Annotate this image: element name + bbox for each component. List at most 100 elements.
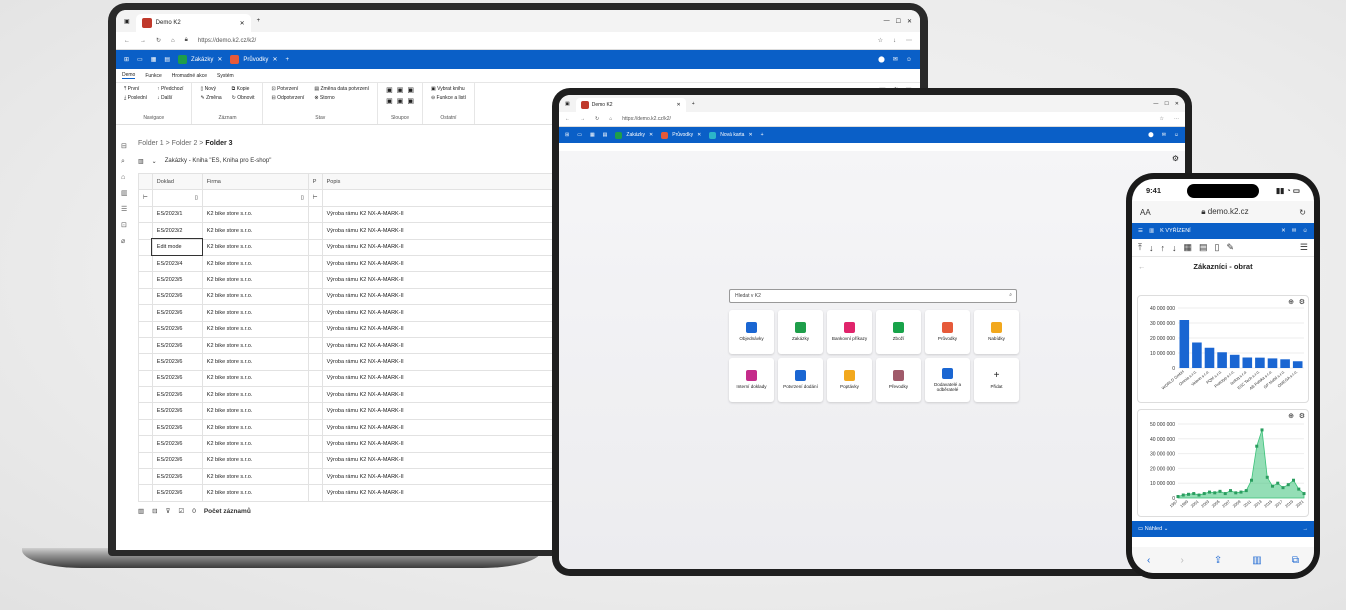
close-icon[interactable]: ✕ [217,56,222,63]
box-icon[interactable]: ⊡ [121,221,133,229]
cell-p[interactable] [307,304,323,322]
tab-pruvodky[interactable]: Průvodky ✕ [661,131,701,139]
change-date-button[interactable]: ▤ Změna data potvrzení [314,86,369,92]
cell-doklad[interactable]: ES/2023/6 [151,386,203,404]
cell-p[interactable] [307,254,323,273]
cell-firma[interactable]: K2 bike store s.r.o. [201,435,309,453]
tile-10[interactable]: Dodavatelé a odběratelé [925,358,970,402]
breadcrumb-item[interactable]: Folder 2 [172,140,198,147]
refresh-button[interactable]: ↻ Obnovit [232,95,255,101]
confirm-button[interactable]: ⊡ Potvrzení [271,86,304,92]
column-icon[interactable]: ▣ [407,86,414,94]
cell-p[interactable] [307,287,323,306]
tile-0[interactable]: Objednávky [729,310,774,354]
cell-doklad[interactable]: ES/2023/6 [151,287,203,306]
reload-icon[interactable]: ↻ [595,116,599,122]
calendar-icon[interactable]: ▤ [1199,242,1208,253]
cell-p[interactable] [307,353,323,371]
ribbon-tab-hromadne[interactable]: Hromadné akce [172,73,207,79]
preview-bar[interactable]: ▭ Náhled ⌄ → [1132,521,1314,537]
close-icon[interactable]: ✕ [1281,228,1286,234]
column-icon[interactable]: ▣ [386,97,393,105]
filter-doklad[interactable]: ▯ [151,189,203,207]
cell-p[interactable] [307,451,323,470]
up-icon[interactable]: ↑ [1160,243,1165,253]
search-icon[interactable]: ⌕ [1009,292,1012,298]
tab-nova-karta[interactable]: Nová karta ✕ [709,131,753,139]
close-icon[interactable]: ✕ [272,56,277,63]
edit-button[interactable]: ✎ Změna [200,95,221,101]
avatar[interactable]: ⬤ [1148,132,1154,138]
cell-doklad[interactable]: ES/2023/2 [151,222,203,240]
download-icon[interactable]: ↓ [893,38,896,44]
tile-7[interactable]: Potvrzení dodání [778,358,823,402]
search-input[interactable]: Hledat v K2 ⌕ [729,289,1017,303]
menu-icon[interactable]: ☰ [1300,242,1308,253]
ribbon-tab-funkce[interactable]: Funkce [145,73,161,79]
add-tab-icon[interactable]: + [285,57,289,63]
cell-doklad[interactable]: ES/2023/6 [151,353,203,371]
first-button[interactable]: ⤒ První [124,86,147,92]
arrow-right-icon[interactable]: → [1303,526,1309,532]
tile-3[interactable]: Zboží [876,310,921,354]
row-selector[interactable] [138,238,153,256]
cell-doklad[interactable]: Edit mode [151,238,204,257]
user-icon[interactable]: ☺ [1174,132,1179,138]
cell-doklad[interactable]: ES/2023/1 [151,205,203,224]
row-selector[interactable] [138,320,153,338]
tab-pruvodky[interactable]: Průvodky ✕ [230,55,277,64]
bookmarks-icon[interactable]: ▥ [1252,555,1261,566]
forward-icon[interactable]: › [1180,555,1183,566]
user-icon[interactable]: ☺ [1302,228,1308,234]
row-selector[interactable] [138,304,153,322]
close-window-icon[interactable]: ✕ [907,18,912,25]
tile-1[interactable]: Zakázky [778,310,823,354]
home-icon[interactable]: ⌂ [609,116,612,122]
cell-p[interactable] [307,336,323,355]
notification-icon[interactable]: ✉ [1162,132,1166,138]
filter-icon[interactable]: ⊽ [166,507,171,515]
cell-firma[interactable]: K2 bike store s.r.o. [201,238,309,256]
minimize-icon[interactable]: — [1153,101,1158,107]
browser-tab[interactable]: Demo K2 ✕ [575,98,686,112]
share-icon[interactable]: ⇪ [1214,555,1222,566]
search-icon[interactable]: ⌕ [121,158,133,166]
table-icon[interactable]: ▦ [1183,242,1192,253]
chevron-down-icon[interactable]: ⌄ [152,158,157,165]
layout-icon[interactable]: ▦ [151,56,157,63]
last-button[interactable]: ⤓ Poslední [124,95,147,101]
cell-firma[interactable]: K2 bike store s.r.o. [201,468,309,486]
close-icon[interactable]: ✕ [748,132,752,138]
cell-firma[interactable]: K2 bike store s.r.o. [201,484,309,502]
cell-firma[interactable]: K2 bike store s.r.o. [201,353,309,371]
filter-icon[interactable]: ⊢ [138,189,153,207]
cell-p[interactable] [307,271,323,289]
cell-p[interactable] [307,418,323,437]
forward-icon[interactable]: → [140,38,146,44]
cell-firma[interactable]: K2 bike store s.r.o. [201,402,309,420]
cell-firma[interactable]: K2 bike store s.r.o. [201,451,309,470]
tab-zakazky[interactable]: Zakázky ✕ [178,55,222,64]
url-field[interactable]: https://demo.k2.cz/k2/ [198,38,256,44]
menu-icon[interactable]: ☰ [1138,228,1143,234]
tab-zakazky[interactable]: Zakázky ✕ [615,131,653,139]
more-icon[interactable]: ⋯ [1174,116,1179,122]
favorite-icon[interactable]: ☆ [1160,116,1164,122]
new-tab-icon[interactable]: + [257,18,261,24]
layout-icon[interactable]: ▦ [590,132,595,138]
sidebar-toggle-icon[interactable]: ▣ [565,101,570,107]
row-selector[interactable] [138,222,153,240]
apps-grid-icon[interactable]: ⊞ [124,56,129,63]
url-field[interactable]: 🔒︎ demo.k2.cz [1201,207,1248,217]
cell-p[interactable] [307,238,323,256]
cell-firma[interactable]: K2 bike store s.r.o. [201,386,309,404]
row-selector[interactable] [138,287,153,306]
row-selector[interactable] [138,435,153,453]
reload-icon[interactable]: ↻ [156,37,161,44]
cell-p[interactable] [307,468,323,486]
cell-p[interactable] [307,386,323,404]
back-icon[interactable]: ← [565,116,570,122]
cell-doklad[interactable]: ES/2023/6 [151,320,203,338]
cell-doklad[interactable]: ES/2023/6 [151,484,203,502]
cell-firma[interactable]: K2 bike store s.r.o. [201,205,309,224]
